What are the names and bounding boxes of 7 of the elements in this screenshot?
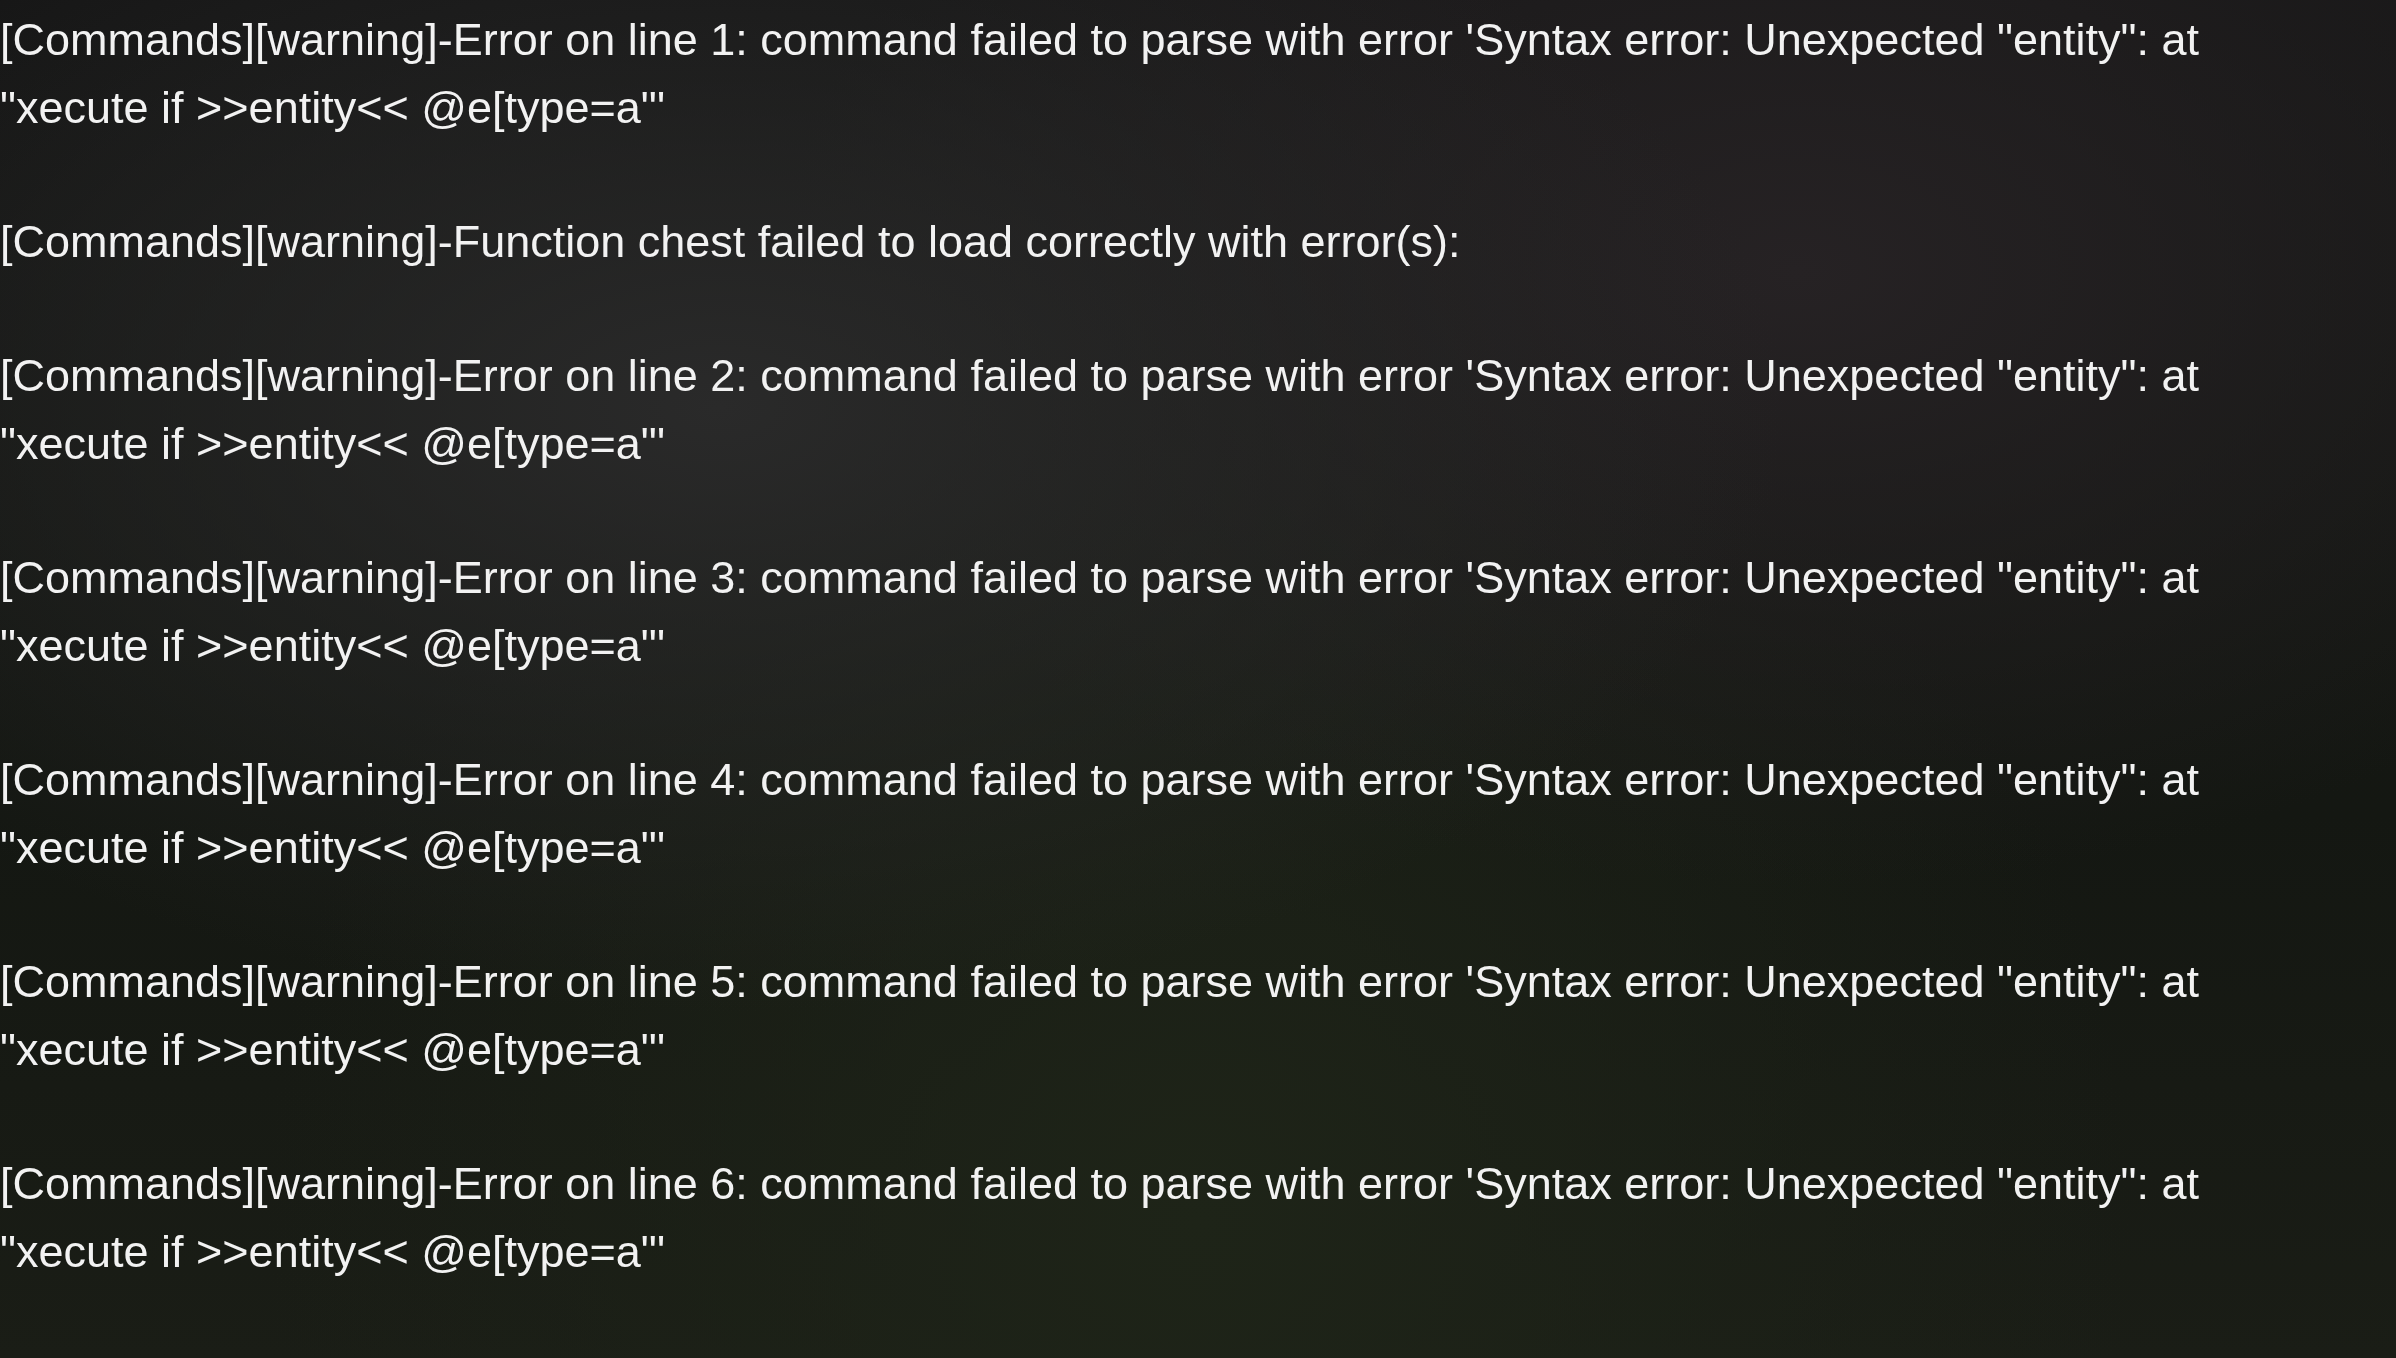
log-message: [Commands][warning]-Error on line 5: command failed to parse with error 'Syntax error: Unexpected "entity": at "xecute if >>entity<< @e[type=a"' xyxy=(0,955,2200,1077)
log-message: [Commands][warning]-Error on line 1: command failed to parse with error 'Syntax error: Unexpected "entity": at "xecute if >>entity<< @e[type=a"' xyxy=(0,13,2200,135)
log-message: [Commands][warning]-Error on line 3: command failed to parse with error 'Syntax error: Unexpected "entity": at "xecute if >>entity<< @e[type=a"' xyxy=(0,551,2200,673)
log-message: [Commands][warning]-Function chest failed to load correctly with error(s): xyxy=(0,215,1462,269)
log-message: [Commands][warning]-Error on line 6: command failed to parse with error 'Syntax error: Unexpected "entity": at "xecute if >>entity<< @e[type=a"' xyxy=(0,1157,2200,1279)
log-message: [Commands][warning]-Error on line 2: command failed to parse with error 'Syntax error: Unexpected "entity": at "xecute if >>entity<< @e[type=a"' xyxy=(0,349,2200,471)
log-message: [Commands][warning]-Error on line 4: command failed to parse with error 'Syntax error: Unexpected "entity": at "xecute if >>entity<< @e[type=a"' xyxy=(0,753,2200,875)
